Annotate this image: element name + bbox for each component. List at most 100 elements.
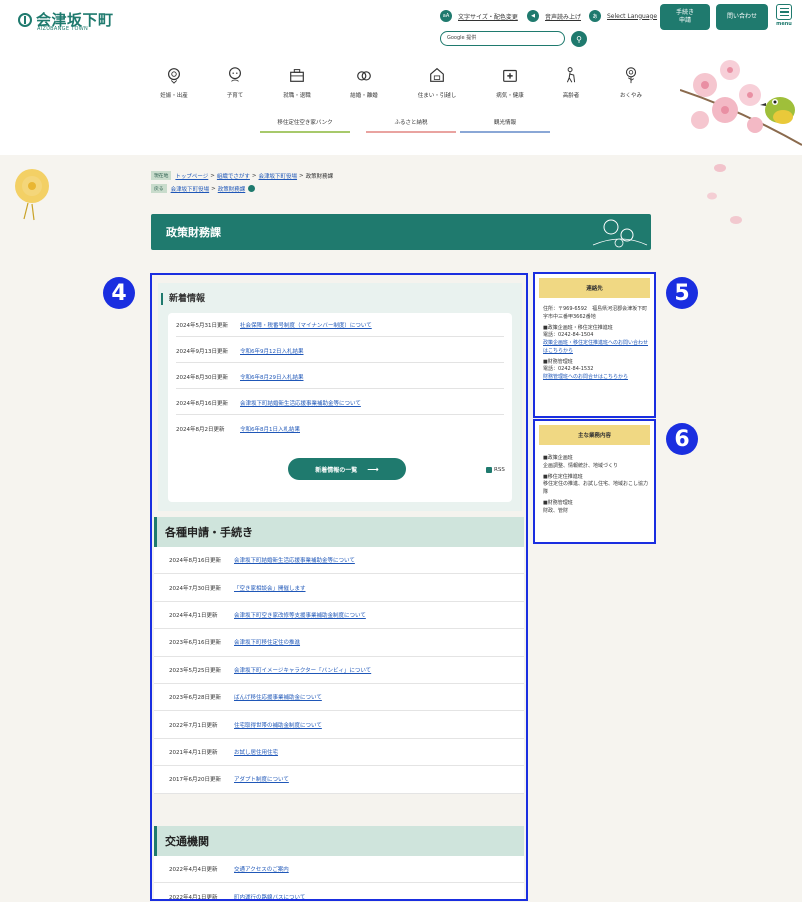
contact-link-planning[interactable]: 政策企画班・移住定住推進班へのお問い合わせはこちらから [543, 340, 648, 354]
duties-heading: 主な業務内容 [539, 425, 650, 445]
link-akiya-bank[interactable]: 移住定住空き家バンク [260, 118, 350, 133]
procedure-link[interactable]: 「空き家相談会」開催します [234, 584, 306, 592]
procedure-link[interactable]: アダプト制度について [234, 775, 289, 783]
procedure-link[interactable]: 住宅取得世帯の補助金制度について [234, 721, 322, 729]
news-link[interactable]: 令和6年8月29日入札結果 [240, 373, 304, 381]
medical-icon [503, 69, 517, 82]
breadcrumb-office[interactable]: 会津坂下町役場 [259, 172, 298, 180]
list-item: 2023年5月25日更新 会津坂下町イメージキャラクター「バンビィ」について [154, 657, 524, 684]
news-list: 2024年5月31日更新 社会保障・税番号制度（マイナンバー制度）について 20… [168, 313, 512, 502]
transport-link[interactable]: 交通アクセスのご案内 [234, 865, 289, 873]
town-emblem-icon [18, 12, 32, 27]
nav-item-childcare[interactable]: 子育て [207, 66, 263, 99]
news-item: 2024年8月16日更新 会津坂下町結婚新生活応援事業補助金等について [176, 391, 504, 415]
list-item: 2022年4月4日更新 交通アクセスのご案内 [154, 856, 524, 884]
hamburger-icon [776, 4, 792, 20]
list-item: 2023年6月28日更新 ばんげ移住応援事業補助金について [154, 684, 524, 712]
nav-item-employment[interactable]: 就職・退職 [269, 66, 325, 99]
list-item: 2023年6月16日更新 会津坂下町移住定住の推進 [154, 629, 524, 657]
duties-body: ■政策企画班 企画調整、情報統計、地域づくり ■移住定住推進班 移住定住の推進、お試… [543, 455, 649, 514]
news-item: 2024年5月31日更新 社会保障・税番号制度（マイナンバー制度）について [176, 313, 504, 337]
contact-body: 住所：〒969-6592 福島県河沼郡会津坂下町字市中三番甲3662番地 ■政策… [543, 306, 649, 380]
contact-box: 連絡先 住所：〒969-6592 福島県河沼郡会津坂下町字市中三番甲3662番地… [533, 272, 656, 418]
blossom-title-icon [592, 219, 648, 248]
news-item: 2024年9月13日更新 令和6年9月12日入札結果 [176, 339, 504, 363]
procedure-link[interactable]: 会津坂下町結婚新生活応援事業補助金等について [234, 556, 355, 564]
breadcrumb-back: 戻る 会津坂下町役場 > 政策財務課 [151, 184, 256, 193]
breadcrumb: 現在地 トップページ > 組織でさがす > 会津坂下町役場 > 政策財務課 [151, 171, 333, 180]
briefcase-icon [290, 69, 304, 82]
breadcrumb-current: 政策財務課 [305, 173, 334, 180]
list-item: 2017年6月20日更新 アダプト制度について [154, 766, 524, 794]
transport-list: 2022年4月4日更新 交通アクセスのご案内 2022年4月1日更新 町内運行の路線… [154, 856, 524, 899]
procedure-link[interactable]: 会津坂下町イメージキャラクター「バンビィ」について [234, 666, 371, 674]
nav-item-pregnancy[interactable]: 妊娠・出産 [146, 66, 202, 99]
nav-item-housing[interactable]: 住まい・引越し [409, 66, 465, 99]
news-link[interactable]: 社会保障・税番号制度（マイナンバー制度）について [240, 321, 372, 329]
arrow-right-icon: ⟶ [367, 464, 379, 474]
procedure-button[interactable]: 手続き 申請 [660, 4, 710, 30]
flower-icon [625, 67, 637, 84]
breadcrumb-top[interactable]: トップページ [175, 172, 208, 180]
petal-decoration [707, 164, 742, 224]
link-tourism[interactable]: 観光情報 [460, 118, 550, 133]
language-link[interactable]: あ Select Language [589, 10, 657, 22]
chrysanthemum-decoration [15, 169, 49, 221]
list-item: 2024年4月1日更新 会津坂下町空き家改修等支援事業補助金制度について [154, 602, 524, 630]
list-item: 2022年4月1日更新 町内運行の路線バスについて [154, 883, 524, 899]
search-icon: ⚲ [576, 34, 582, 44]
annotation-badge-6: 6 [666, 423, 698, 455]
news-section: 新着情報 2024年5月31日更新 社会保障・税番号制度（マイナンバー制度）につ… [158, 283, 522, 511]
elderly-icon [566, 67, 576, 83]
rings-icon [357, 71, 371, 81]
cherry-blossom-illustration [680, 60, 802, 146]
site-header: 会津坂下町 AIZUBANGE TOWN aA 文字サイズ・配色変更 ◀ 音声読… [0, 0, 802, 155]
procedures-heading: 各種申請・手続き [154, 517, 524, 547]
rss-icon [486, 467, 492, 473]
chevron-right-icon [248, 185, 256, 192]
nav-item-elderly[interactable]: 高齢者 [543, 66, 599, 99]
procedure-link[interactable]: 会津坂下町空き家改修等支援事業補助金制度について [234, 611, 366, 619]
font-size-icon: aA [440, 10, 452, 22]
list-item: 2022年7月1日更新 住宅取得世帯の補助金制度について [154, 711, 524, 739]
procedure-link[interactable]: 会津坂下町移住定住の推進 [234, 638, 300, 646]
rss-link[interactable]: RSS [486, 467, 505, 473]
language-icon: あ [589, 10, 601, 22]
speaker-icon: ◀ [527, 10, 539, 22]
contact-link-finance[interactable]: 財務管理班へのお問合せはこちらから [543, 374, 628, 380]
contact-button[interactable]: 問い合わせ [716, 4, 768, 30]
transport-link[interactable]: 町内運行の路線バスについて [234, 893, 305, 899]
transport-heading: 交通機関 [154, 826, 524, 856]
back-dept-link[interactable]: 政策財務課 [218, 185, 246, 193]
nav-item-marriage[interactable]: 結婚・離婚 [336, 66, 392, 99]
news-item: 2024年8月2日更新 令和6年8月1日入札結果 [176, 425, 300, 433]
news-link[interactable]: 令和6年8月1日入札結果 [240, 425, 300, 433]
link-furusato-tax[interactable]: ふるさと納税 [366, 118, 456, 133]
nav-item-condolence[interactable]: おくやみ [603, 66, 659, 99]
procedure-link[interactable]: お試し居住用住宅 [234, 748, 278, 756]
news-link[interactable]: 令和6年9月12日入札結果 [240, 347, 304, 355]
nav-item-health[interactable]: 病気・健康 [482, 66, 538, 99]
house-icon [430, 67, 444, 82]
procedure-link[interactable]: ばんげ移住応援事業補助金について [234, 693, 322, 701]
news-link[interactable]: 会津坂下町結婚新生活応援事業補助金等について [240, 399, 361, 407]
child-icon [229, 67, 241, 82]
read-aloud-link[interactable]: ◀ 音声読み上げ [527, 10, 581, 22]
search-button[interactable]: ⚲ [571, 31, 587, 47]
contact-heading: 連絡先 [539, 278, 650, 298]
page-title: 政策財務課 [151, 214, 651, 250]
list-item: 2024年8月16日更新 会津坂下町結婚新生活応援事業補助金等について [154, 547, 524, 575]
menu-button[interactable]: menu [773, 4, 795, 30]
breadcrumb-org[interactable]: 組織でさがす [217, 172, 250, 180]
annotation-badge-4: 4 [103, 277, 135, 309]
annotation-badge-5: 5 [666, 277, 698, 309]
main-content-column: 新着情報 2024年5月31日更新 社会保障・税番号制度（マイナンバー制度）につ… [150, 273, 528, 901]
list-item: 2021年4月1日更新 お試し居住用住宅 [154, 739, 524, 767]
font-size-link[interactable]: aA 文字サイズ・配色変更 [440, 10, 518, 22]
back-office-link[interactable]: 会津坂下町役場 [171, 185, 210, 193]
list-item: 2024年7月30日更新 「空き家相談会」開催します [154, 574, 524, 602]
news-more-button[interactable]: 新着情報の一覧 ⟶ [288, 458, 406, 480]
pregnancy-icon [168, 68, 180, 84]
news-heading: 新着情報 [161, 293, 205, 305]
search-input[interactable]: Google 提供 [440, 31, 565, 46]
